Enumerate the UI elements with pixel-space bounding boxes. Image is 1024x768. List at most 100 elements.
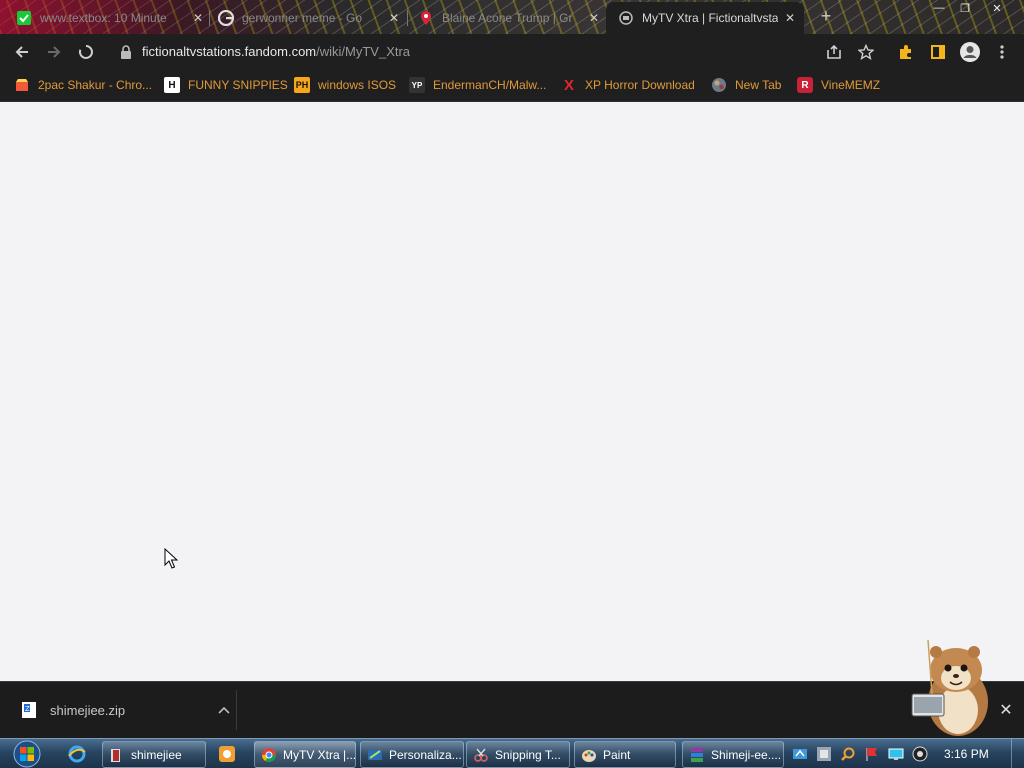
show-desktop-button[interactable]: [1011, 739, 1024, 768]
map-pin-red-icon: [418, 10, 434, 26]
window-close-icon[interactable]: ✕: [984, 0, 1010, 16]
red-x-icon: X: [563, 76, 574, 94]
close-icon[interactable]: ✕: [386, 10, 402, 26]
minimize-icon[interactable]: —: [926, 0, 952, 16]
profile-avatar-icon: [960, 42, 980, 62]
bookmark-vinememz[interactable]: R VineMEMZ: [797, 75, 880, 95]
menu-button[interactable]: [990, 40, 1014, 64]
checkmark-green-icon: [16, 10, 32, 26]
tab-google[interactable]: gerwonner meme - Go ✕: [218, 4, 402, 31]
new-tab-button[interactable]: +: [816, 6, 836, 26]
download-filename: shimejiee.zip: [50, 702, 126, 718]
bookmark-label: windows ISOS: [318, 78, 397, 92]
taskbar-button-label: Paint: [603, 747, 631, 762]
bookmark-xp-horror[interactable]: X XP Horror Download: [561, 75, 695, 95]
internet-explorer-icon[interactable]: [66, 743, 88, 765]
taskbar-button-personalization[interactable]: Personaliza...: [360, 741, 464, 768]
taskbar-button-shimejiee[interactable]: shimejiee: [102, 741, 206, 768]
flag-tray-icon[interactable]: [864, 746, 880, 762]
folder-icon: [109, 747, 125, 763]
bookmark-star-button[interactable]: [854, 40, 878, 64]
winrar-icon: [689, 747, 705, 763]
tab-mytv-xtra[interactable]: MyTV Xtra | Fictionaltvsta ✕: [606, 2, 804, 34]
taskbar-clock[interactable]: 3:16 PM: [944, 747, 989, 761]
tab-strip: www.textbox: 10 Minute ✕ gerwonner meme …: [0, 0, 1024, 34]
download-shelf: Z shimejiee.zip ✕: [0, 681, 1024, 739]
tab-textbox[interactable]: www.textbox: 10 Minute ✕: [16, 4, 206, 31]
paint-icon: [581, 747, 597, 763]
svg-text:Z: Z: [25, 705, 30, 713]
kebab-menu-icon: [1000, 45, 1004, 59]
star-icon: [858, 44, 874, 60]
restore-icon[interactable]: ❐: [952, 0, 978, 16]
windows-taskbar: shimejiee MyTV Xtra |... Personaliza... …: [0, 738, 1024, 768]
tab-title: Blaine Acone Trump | Gr: [442, 10, 573, 25]
browser-toolbar: fictionaltvstations.fandom.com/wiki/MyTV…: [0, 34, 1024, 70]
page-content-area[interactable]: [0, 102, 1024, 680]
google-icon: [218, 9, 234, 26]
display-tray-icon[interactable]: [888, 746, 904, 762]
close-icon[interactable]: ✕: [782, 10, 798, 26]
share-button[interactable]: [822, 40, 846, 64]
taskbar-button-label: MyTV Xtra |...: [283, 747, 356, 762]
chevron-up-icon[interactable]: [216, 702, 232, 718]
bookmark-label: New Tab: [735, 78, 782, 92]
bookmarks-bar: 2pac Shakur - Chro... H FUNNY SNIPPIES P…: [0, 70, 1024, 102]
side-panel-icon: [931, 45, 945, 59]
bookmark-2pac[interactable]: 2pac Shakur - Chro...: [14, 75, 152, 95]
taskbar-button-paint[interactable]: Paint: [574, 741, 676, 768]
tray-app-icon[interactable]: [816, 746, 832, 762]
obs-tray-icon[interactable]: [912, 746, 928, 762]
personalization-icon: [367, 747, 383, 763]
tab-title: MyTV Xtra | Fictionaltvsta: [642, 11, 778, 25]
close-download-shelf-button[interactable]: ✕: [996, 700, 1016, 720]
bookmark-funny-snippies[interactable]: H FUNNY SNIPPIES: [164, 75, 288, 95]
taskbar-button-shimeji-ee[interactable]: Shimeji-ee....: [682, 741, 784, 768]
loading-spinner-icon: [78, 45, 93, 59]
taskbar-button-snipping-tool[interactable]: Snipping T...: [466, 741, 570, 768]
h-letter-icon: H: [164, 77, 180, 93]
tab-trump[interactable]: Blaine Acone Trump | Gr ✕: [418, 4, 602, 31]
close-icon[interactable]: ✕: [586, 10, 602, 26]
snipping-tool-icon: [473, 747, 489, 763]
side-panel-button[interactable]: [926, 40, 950, 64]
r-letter-icon: R: [797, 77, 813, 93]
forward-arrow-icon: [48, 46, 61, 58]
network-tray-icon[interactable]: [792, 746, 808, 762]
tab-title: gerwonner meme - Go: [242, 10, 363, 25]
taskbar-button-label: Shimeji-ee....: [711, 747, 782, 762]
address-bar[interactable]: fictionaltvstations.fandom.com/wiki/MyTV…: [108, 38, 888, 66]
shimeji-hamster-mascot[interactable]: [906, 640, 996, 740]
mouse-cursor-icon: [164, 548, 178, 569]
paint-quicklaunch-icon[interactable]: [216, 743, 238, 765]
profile-button[interactable]: [958, 40, 982, 64]
back-button[interactable]: [10, 40, 34, 64]
start-button[interactable]: [8, 739, 46, 768]
bookmark-label: VineMEMZ: [821, 78, 881, 92]
bookmark-label: XP Horror Download: [585, 78, 695, 92]
close-icon[interactable]: ✕: [190, 10, 206, 26]
loading-spinner-button[interactable]: [74, 40, 98, 64]
extensions-button[interactable]: [894, 40, 918, 64]
url-path: /wiki/MyTV_Xtra: [316, 44, 411, 59]
yp-letter-icon: YP: [409, 77, 425, 93]
search-tray-icon[interactable]: [840, 746, 856, 762]
url-text: fictionaltvstations.fandom.com/wiki/MyTV…: [142, 44, 410, 59]
bookmark-endermanch[interactable]: YP EndermanCH/Malw...: [409, 75, 546, 95]
bookmark-label: 2pac Shakur - Chro...: [38, 78, 153, 92]
globe-icon: [711, 77, 727, 93]
url-domain: fictionaltvstations.fandom.com: [142, 44, 317, 59]
puzzle-piece-icon: [900, 45, 911, 59]
taskbar-button-label: Snipping T...: [495, 747, 561, 762]
taskbar-button-chrome[interactable]: MyTV Xtra |...: [254, 741, 356, 768]
zip-file-icon: Z: [22, 702, 36, 718]
forward-button[interactable]: [42, 40, 66, 64]
bookmark-windows-isos[interactable]: PH windows ISOS: [294, 75, 396, 95]
download-item[interactable]: Z shimejiee.zip: [14, 696, 232, 724]
taskbar-button-label: shimejiee: [131, 747, 182, 762]
lock-icon: [121, 45, 131, 59]
share-icon: [827, 44, 841, 59]
bookmark-new-tab[interactable]: New Tab: [711, 75, 781, 95]
bookmark-label: FUNNY SNIPPIES: [188, 78, 288, 92]
taskbar-button-label: Personaliza...: [389, 747, 462, 762]
